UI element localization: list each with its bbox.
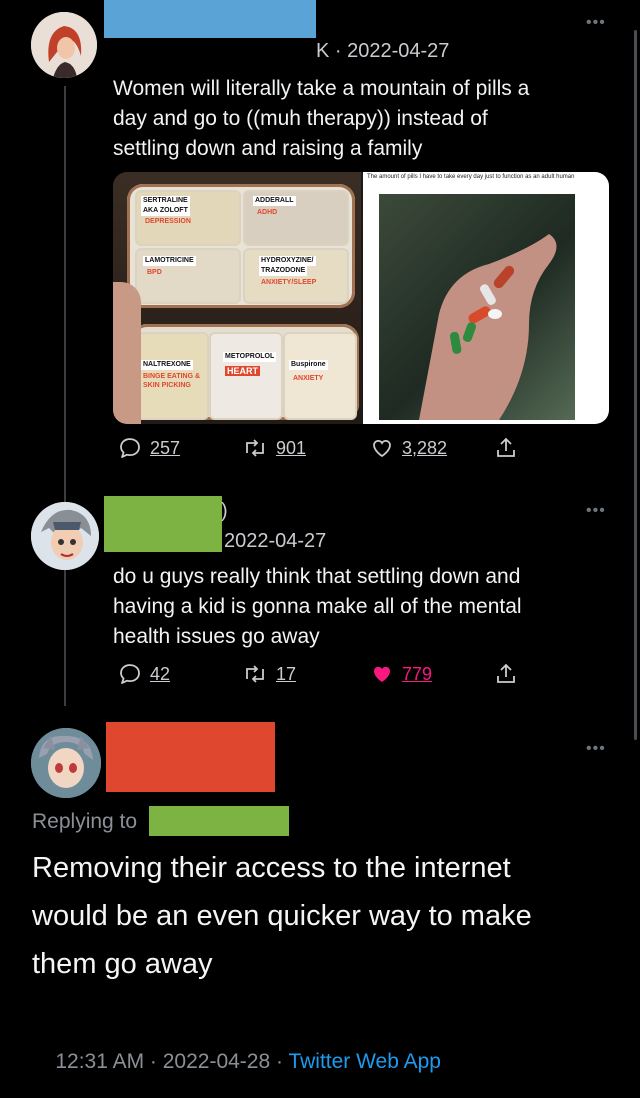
tweet-1-media[interactable]: SERTRALINE AKA ZOLOFT DEPRESSION ADDERAL…: [113, 172, 609, 424]
pill-label: DEPRESSION: [145, 218, 191, 225]
redacted-reply-handle[interactable]: [149, 806, 289, 836]
retweet-icon: [246, 665, 264, 683]
tweet-1-actions: 257 901 3,282: [118, 436, 528, 466]
tweet-3-text: Removing their access to the internet wo…: [32, 844, 532, 988]
reply-count: 42: [150, 663, 171, 684]
share-button[interactable]: [494, 662, 518, 686]
avatar-tweet-3[interactable]: [31, 728, 101, 798]
retweet-icon: [246, 439, 264, 457]
share-icon: [497, 437, 515, 457]
text-line: Removing their access to the internet: [32, 852, 511, 884]
more-options-icon[interactable]: •••: [586, 14, 606, 32]
redacted-username-tweet-3: [106, 722, 275, 792]
pill-label: ANXIETY: [293, 375, 324, 382]
avatar-tweet-1[interactable]: [31, 12, 97, 78]
text-line: do u guys really think that settling dow…: [113, 565, 521, 588]
tweet-1-date: K · 2022-04-27: [316, 40, 450, 62]
reply-icon: [120, 438, 140, 458]
pill-label: HEART: [225, 366, 260, 376]
pill-organizer-image[interactable]: SERTRALINE AKA ZOLOFT DEPRESSION ADDERAL…: [113, 172, 361, 424]
retweet-button[interactable]: 901: [242, 436, 306, 460]
tweet-2-paren: ): [221, 500, 228, 522]
pill-label: ANXIETY/SLEEP: [261, 279, 317, 286]
tweet-2-text: do u guys really think that settling dow…: [113, 562, 522, 652]
reply-icon: [120, 664, 140, 684]
thread-line: [64, 86, 66, 706]
avatar-image: [31, 502, 99, 570]
reply-button[interactable]: 42: [118, 662, 170, 686]
pill-label: METOPROLOL: [223, 352, 277, 362]
pill-label: LAMOTRICINE: [143, 256, 196, 266]
pill-label: SERTRALINE: [141, 196, 190, 206]
tweet-2-actions: 42 17 779: [118, 662, 528, 692]
tweet-3-footer: 12:31 AM · 2022-04-28 · Twitter Web App: [32, 1026, 441, 1098]
pill-label: TRAZODONE: [259, 266, 308, 276]
pill-label: HYDROXYZINE/: [259, 256, 316, 266]
heart-icon: [373, 439, 391, 458]
text-line: having a kid is gonna make all of the me…: [113, 595, 522, 618]
redacted-username-tweet-1: [104, 0, 316, 38]
pill-label: ADDERALL: [253, 196, 296, 206]
text-line: day and go to ((muh therapy)) instead of: [113, 107, 488, 130]
text-line: health issues go away: [113, 625, 320, 648]
reply-count: 257: [150, 437, 181, 458]
reply-button[interactable]: 257: [118, 436, 180, 460]
retweet-count: 901: [276, 437, 307, 458]
text-line: would be an even quicker way to make: [32, 900, 532, 932]
like-count: 3,282: [402, 437, 448, 458]
pill-label: Buspirone: [289, 360, 328, 370]
pill-label: AKA ZOLOFT: [141, 206, 190, 216]
avatar-image: [31, 728, 101, 798]
like-count: 779: [402, 663, 433, 684]
like-button[interactable]: 3,282: [370, 436, 447, 460]
avatar-tweet-2[interactable]: [31, 502, 99, 570]
more-options-icon[interactable]: •••: [586, 502, 606, 520]
retweet-button[interactable]: 17: [242, 662, 296, 686]
timestamp: 12:31 AM · 2022-04-28 ·: [55, 1050, 289, 1073]
like-button[interactable]: 779: [370, 662, 432, 686]
scrollbar[interactable]: [634, 30, 637, 740]
heart-filled-icon: [374, 666, 390, 682]
tweet-2-date: 2022-04-27: [224, 530, 327, 552]
pill-label: NALTREXONE: [141, 360, 193, 370]
replying-to-label: Replying to: [32, 810, 138, 833]
more-options-icon[interactable]: •••: [586, 740, 606, 758]
share-button[interactable]: [494, 436, 518, 460]
pill-label: SKIN PICKING: [143, 382, 191, 389]
redacted-username-tweet-2: [104, 496, 222, 552]
text-line: settling down and raising a family: [113, 137, 423, 160]
pill-label: ADHD: [257, 209, 278, 216]
tweet-1-text: Women will literally take a mountain of …: [113, 74, 529, 164]
pill-label: BPD: [147, 269, 162, 276]
text-line: Women will literally take a mountain of …: [113, 77, 530, 100]
text-line: them go away: [32, 948, 213, 980]
hand-illustration: [419, 234, 557, 420]
avatar-image: [31, 12, 97, 78]
retweet-count: 17: [276, 663, 297, 684]
source-link[interactable]: Twitter Web App: [288, 1050, 441, 1073]
share-icon: [497, 663, 515, 683]
image-caption: The amount of pills I have to take every…: [367, 174, 575, 180]
hand-pills-image[interactable]: The amount of pills I have to take every…: [363, 172, 609, 424]
